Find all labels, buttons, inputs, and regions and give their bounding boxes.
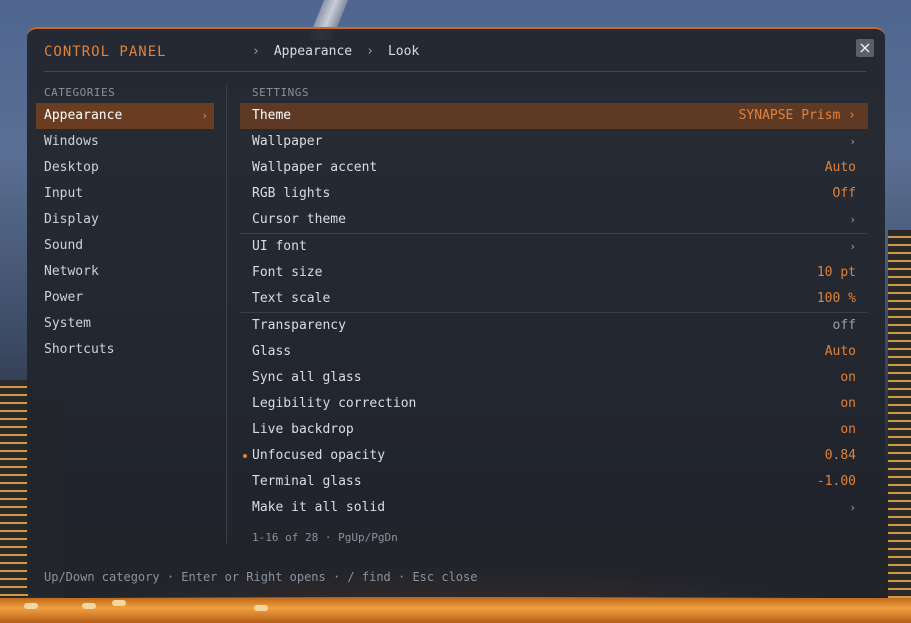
- setting-value: 0.84: [824, 448, 856, 463]
- wallpaper-car: [24, 603, 38, 609]
- breadcrumb-item-appearance[interactable]: Appearance: [274, 44, 352, 59]
- setting-value: on: [840, 370, 856, 385]
- setting-row-rgb-lights[interactable]: RGB lights Off: [240, 181, 868, 207]
- setting-label: Wallpaper: [252, 134, 323, 149]
- setting-row-sync-all-glass[interactable]: Sync all glass on: [240, 365, 868, 391]
- setting-value: on: [840, 422, 856, 437]
- column-divider: [226, 85, 227, 543]
- setting-value: Off: [832, 186, 856, 201]
- header-divider: [44, 71, 866, 72]
- setting-value: -1.00: [816, 474, 856, 489]
- chevron-right-icon: ›: [201, 109, 208, 122]
- setting-value: 100 %: [816, 291, 856, 306]
- setting-value: Auto: [824, 344, 856, 359]
- wallpaper-car: [254, 605, 268, 611]
- setting-row-transparency[interactable]: Transparency off: [240, 313, 868, 339]
- keyboard-hints: Up/Down category · Enter or Right opens …: [44, 570, 478, 584]
- wallpaper-building: [0, 380, 28, 598]
- chevron-right-icon: ›: [849, 240, 856, 253]
- category-item-windows[interactable]: Windows: [36, 129, 214, 155]
- setting-label: Live backdrop: [252, 422, 354, 437]
- setting-row-text-scale[interactable]: Text scale 100 %: [240, 286, 868, 313]
- setting-label: Sync all glass: [252, 370, 362, 385]
- chevron-right-icon: ›: [849, 501, 856, 514]
- category-label: System: [44, 316, 91, 331]
- close-icon: ×: [858, 38, 872, 57]
- setting-label: Text scale: [252, 291, 331, 306]
- category-label: Windows: [44, 134, 99, 149]
- setting-row-cursor-theme[interactable]: Cursor theme ›: [240, 207, 868, 234]
- category-item-system[interactable]: System: [36, 311, 214, 337]
- setting-label: Cursor theme: [252, 212, 346, 227]
- modified-indicator-dot: [243, 454, 247, 458]
- pagination-status: 1-16 of 28 · PgUp/PgDn: [252, 531, 398, 544]
- category-label: Input: [44, 186, 84, 201]
- category-item-input[interactable]: Input: [36, 181, 214, 207]
- category-list: Appearance › Windows Desktop Input Displ…: [36, 103, 214, 363]
- setting-label: RGB lights: [252, 186, 331, 201]
- setting-label: Font size: [252, 265, 323, 280]
- chevron-right-icon: ›: [849, 135, 856, 148]
- close-button[interactable]: ×: [856, 39, 874, 57]
- category-item-shortcuts[interactable]: Shortcuts: [36, 337, 214, 363]
- setting-row-wallpaper-accent[interactable]: Wallpaper accent Auto: [240, 155, 868, 181]
- setting-label: Terminal glass: [252, 474, 362, 489]
- setting-label: UI font: [252, 239, 307, 254]
- category-label: Sound: [44, 238, 84, 253]
- category-item-desktop[interactable]: Desktop: [36, 155, 214, 181]
- wallpaper-street-glow: [0, 598, 911, 623]
- breadcrumb-item-look: Look: [387, 44, 420, 59]
- breadcrumb-separator: ›: [252, 44, 260, 59]
- settings-list: Theme SYNAPSE Prism › Wallpaper › Wallpa…: [240, 103, 868, 521]
- wallpaper-car: [112, 600, 126, 606]
- category-label: Shortcuts: [44, 342, 115, 357]
- setting-row-live-backdrop[interactable]: Live backdrop on: [240, 417, 868, 443]
- setting-label: Make it all solid: [252, 500, 386, 515]
- chevron-right-icon: ›: [849, 213, 856, 226]
- wallpaper-car: [82, 603, 96, 609]
- breadcrumb: › Appearance › Look: [252, 44, 433, 59]
- setting-label: Legibility correction: [252, 396, 417, 411]
- setting-label: Wallpaper accent: [252, 160, 378, 175]
- setting-row-theme[interactable]: Theme SYNAPSE Prism ›: [240, 103, 868, 129]
- setting-row-legibility-correction[interactable]: Legibility correction on: [240, 391, 868, 417]
- category-label: Appearance: [44, 108, 123, 123]
- setting-label: Theme: [252, 108, 292, 123]
- categories-heading: CATEGORIES: [44, 86, 116, 99]
- setting-row-unfocused-opacity[interactable]: Unfocused opacity 0.84: [240, 443, 868, 469]
- category-label: Display: [44, 212, 99, 227]
- setting-label: Glass: [252, 344, 292, 359]
- setting-row-wallpaper[interactable]: Wallpaper ›: [240, 129, 868, 155]
- setting-value: SYNAPSE Prism ›: [738, 108, 856, 123]
- panel-title: CONTROL PANEL: [44, 44, 167, 60]
- category-item-appearance[interactable]: Appearance ›: [36, 103, 214, 129]
- category-item-display[interactable]: Display: [36, 207, 214, 233]
- control-panel-window: CONTROL PANEL › Appearance › Look × CATE…: [27, 27, 885, 597]
- setting-row-glass[interactable]: Glass Auto: [240, 339, 868, 365]
- setting-row-font-size[interactable]: Font size 10 pt: [240, 260, 868, 286]
- setting-value: on: [840, 396, 856, 411]
- settings-heading: SETTINGS: [252, 86, 309, 99]
- category-item-power[interactable]: Power: [36, 285, 214, 311]
- wallpaper-building: [888, 230, 911, 598]
- breadcrumb-separator: ›: [366, 44, 374, 59]
- category-item-network[interactable]: Network: [36, 259, 214, 285]
- setting-row-make-it-all-solid[interactable]: Make it all solid ›: [240, 495, 868, 521]
- category-label: Power: [44, 290, 84, 305]
- setting-label: Unfocused opacity: [252, 448, 386, 463]
- category-item-sound[interactable]: Sound: [36, 233, 214, 259]
- setting-value: off: [832, 318, 856, 333]
- category-label: Network: [44, 264, 99, 279]
- setting-value: Auto: [824, 160, 856, 175]
- setting-value: 10 pt: [816, 265, 856, 280]
- setting-label: Transparency: [252, 318, 346, 333]
- setting-row-ui-font[interactable]: UI font ›: [240, 234, 868, 260]
- setting-row-terminal-glass[interactable]: Terminal glass -1.00: [240, 469, 868, 495]
- category-label: Desktop: [44, 160, 99, 175]
